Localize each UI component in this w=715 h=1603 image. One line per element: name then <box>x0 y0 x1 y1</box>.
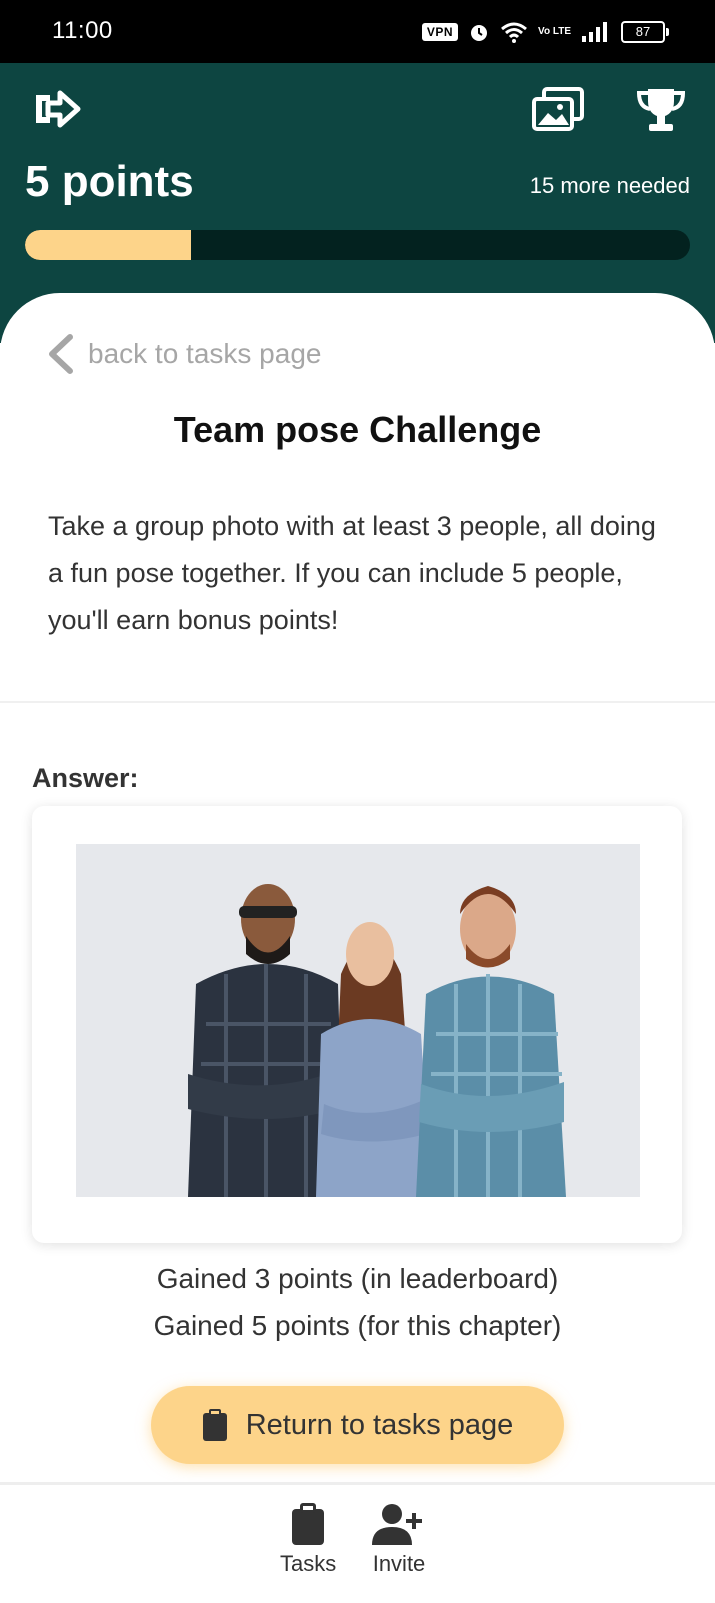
points-needed: 15 more needed <box>529 173 690 198</box>
trophy-icon <box>636 89 686 131</box>
status-bar: 11:00 VPN Vo LTE 87 <box>0 0 715 63</box>
points-progress-fill <box>25 230 192 260</box>
vpn-badge: VPN <box>421 23 459 41</box>
gallery-button[interactable] <box>532 87 586 133</box>
wifi-icon <box>501 22 527 43</box>
nav-tasks-label: Tasks <box>280 1551 337 1576</box>
battery-indicator: 87 <box>621 21 669 43</box>
signal-icon <box>582 22 607 42</box>
logout-button[interactable] <box>30 87 82 131</box>
status-icons: VPN Vo LTE 87 <box>421 18 669 46</box>
bottom-navigation: Tasks Invite <box>0 1482 715 1603</box>
divider <box>0 701 715 703</box>
answer-label: Answer: <box>32 763 139 793</box>
task-card: back to tasks page Team pose Challenge T… <box>0 293 715 1483</box>
return-to-tasks-button[interactable]: Return to tasks page <box>151 1386 564 1464</box>
nav-invite[interactable]: Invite <box>372 1503 426 1577</box>
nav-tasks[interactable]: Tasks <box>280 1503 336 1577</box>
back-link-label: back to tasks page <box>88 338 322 369</box>
return-button-label: Return to tasks page <box>245 1408 514 1441</box>
chevron-left-icon <box>49 334 73 374</box>
answer-container <box>32 806 682 1243</box>
clipboard-icon <box>202 1409 227 1441</box>
task-title: Team pose Challenge <box>173 409 542 450</box>
points-total: 5 points <box>25 157 194 206</box>
add-user-icon <box>372 1504 422 1545</box>
alarm-icon <box>471 25 488 41</box>
gained-chapter-points: Gained 5 points (for this chapter) <box>153 1310 562 1341</box>
back-to-tasks-link[interactable]: back to tasks page <box>46 333 321 375</box>
gained-leaderboard-points: Gained 3 points (in leaderboard) <box>156 1263 559 1294</box>
logout-icon <box>36 90 81 128</box>
clipboard-icon <box>292 1503 325 1545</box>
task-description: Take a group photo with at least 3 peopl… <box>48 511 656 635</box>
volte-indicator: Vo LTE <box>538 26 571 37</box>
status-time: 11:00 <box>52 17 113 44</box>
nav-invite-label: Invite <box>372 1551 426 1576</box>
points-progress-bar <box>25 230 690 260</box>
leaderboard-button[interactable] <box>636 87 686 133</box>
group-photo-image <box>76 844 640 1197</box>
gallery-icon <box>532 87 584 131</box>
answer-photo[interactable] <box>76 844 640 1197</box>
